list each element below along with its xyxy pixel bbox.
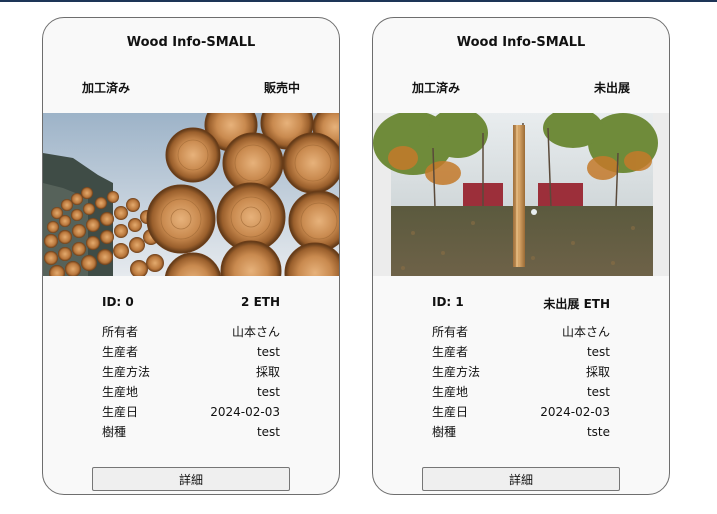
detail-label: 生産地 (432, 385, 469, 399)
detail-label: 所有者 (102, 325, 139, 339)
wooden-pole-image (373, 113, 669, 276)
detail-value: 2024-02-03 (540, 405, 610, 419)
details-list: 所有者 山本さん 生産者 test 生産方法 採取 生産地 test 生産日 2… (102, 322, 280, 442)
detail-label: 生産日 (102, 405, 139, 419)
detail-value: test (256, 425, 280, 439)
detail-owner: 所有者 山本さん (432, 322, 610, 342)
detail-owner: 所有者 山本さん (102, 322, 280, 342)
detail-label: 生産方法 (102, 365, 151, 379)
sale-status: 販売中 (263, 81, 300, 95)
detail-production-place: 生産地 test (432, 382, 610, 402)
detail-label: 生産者 (432, 345, 469, 359)
details-button[interactable]: 詳細 (92, 467, 290, 491)
detail-value: test (256, 345, 280, 359)
detail-value: test (256, 385, 280, 399)
processing-status: 加工済み (82, 81, 131, 95)
detail-tree-species: 樹種 tste (432, 422, 610, 442)
detail-label: 樹種 (102, 425, 127, 439)
id-price-row: ID: 0 2 ETH (102, 295, 280, 309)
card-title: Wood Info-SMALL (456, 35, 586, 50)
detail-label: 生産方法 (432, 365, 481, 379)
detail-tree-species: 樹種 test (102, 422, 280, 442)
detail-value: test (586, 345, 610, 359)
top-border-bar (0, 0, 717, 2)
detail-production-place: 生産地 test (102, 382, 280, 402)
detail-production-date: 生産日 2024-02-03 (102, 402, 280, 422)
sale-status: 未出展 (593, 81, 630, 95)
detail-value: 山本さん (231, 325, 280, 339)
detail-value: 山本さん (561, 325, 610, 339)
detail-value: 2024-02-03 (210, 405, 280, 419)
detail-label: 生産地 (102, 385, 139, 399)
wood-price: 未出展 ETH (543, 297, 610, 311)
detail-value: 採取 (255, 365, 280, 379)
details-button[interactable]: 詳細 (422, 467, 620, 491)
detail-production-method: 生産方法 採取 (432, 362, 610, 382)
processing-status: 加工済み (412, 81, 461, 95)
detail-value: test (586, 385, 610, 399)
detail-production-method: 生産方法 採取 (102, 362, 280, 382)
detail-production-date: 生産日 2024-02-03 (432, 402, 610, 422)
wood-card: Wood Info-SMALL 加工済み 未出展 ID: 1 未出展 ETH 所… (372, 17, 670, 495)
detail-producer: 生産者 test (432, 342, 610, 362)
detail-label: 所有者 (432, 325, 469, 339)
stacked-logs-image (43, 113, 339, 276)
detail-value: tste (586, 425, 610, 439)
wood-price: 2 ETH (241, 295, 280, 309)
wood-id: ID: 0 (102, 295, 134, 309)
card-title: Wood Info-SMALL (126, 35, 256, 50)
detail-producer: 生産者 test (102, 342, 280, 362)
details-list: 所有者 山本さん 生産者 test 生産方法 採取 生産地 test 生産日 2… (432, 322, 610, 442)
detail-label: 生産日 (432, 405, 469, 419)
id-price-row: ID: 1 未出展 ETH (432, 295, 610, 312)
detail-label: 樹種 (432, 425, 457, 439)
wood-card: Wood Info-SMALL 加工済み 販売中 ID: 0 2 ETH 所有者… (42, 17, 340, 495)
wood-id: ID: 1 (432, 295, 464, 309)
status-row: 加工済み 販売中 (82, 79, 300, 96)
status-row: 加工済み 未出展 (412, 79, 630, 96)
detail-value: 採取 (585, 365, 610, 379)
detail-label: 生産者 (102, 345, 139, 359)
